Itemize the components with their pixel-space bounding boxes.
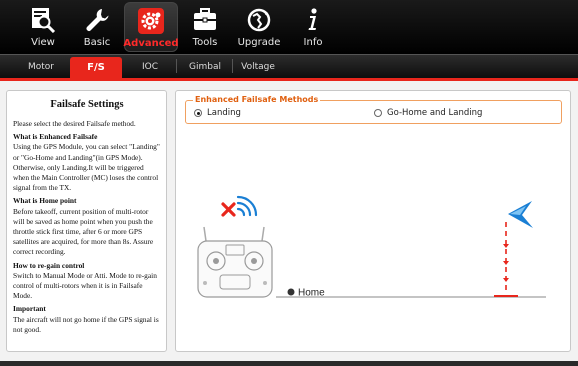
toolbar-tools-label: Tools xyxy=(192,37,218,48)
failsafe-help-panel: Failsafe Settings Please select the desi… xyxy=(6,90,167,352)
intro-text: Please select the desired Failsafe metho… xyxy=(13,119,136,128)
tab-motor[interactable]: Motor xyxy=(16,60,66,79)
home-label: Home xyxy=(298,288,325,299)
toolbar-basic-button[interactable]: Basic xyxy=(70,0,124,54)
toolbar-upgrade-label: Upgrade xyxy=(237,37,281,48)
toolbar-view-button[interactable]: View xyxy=(16,0,70,54)
section-heading: How to re-gain control xyxy=(13,260,85,270)
home-point-marker xyxy=(287,288,295,296)
main-content: Failsafe Settings Please select the desi… xyxy=(0,78,578,361)
globe-refresh-icon xyxy=(244,6,274,34)
info-icon xyxy=(298,6,328,34)
tab-divider xyxy=(232,59,233,73)
toolbar-upgrade-button[interactable]: Upgrade xyxy=(232,0,286,54)
toolbar-advanced-button[interactable]: Advanced xyxy=(123,2,179,52)
main-toolbar: View Basic Advanced Tools Upgrade Info xyxy=(0,0,578,54)
tab-voltage[interactable]: Voltage xyxy=(236,60,280,79)
section-heading: What is Home point xyxy=(13,196,77,206)
tab-fs[interactable]: F/S xyxy=(70,57,122,79)
section-heading: What is Enhanced Failsafe xyxy=(13,132,98,142)
gear-icon xyxy=(136,7,166,35)
tab-divider xyxy=(176,59,177,73)
section-body: Using the GPS Module, you can select "La… xyxy=(13,142,160,193)
section-heading: Important xyxy=(13,304,46,314)
toolbar-advanced-label: Advanced xyxy=(123,38,179,49)
aircraft-icon xyxy=(508,201,533,228)
toolbar-info-label: Info xyxy=(303,37,323,48)
toolbar-basic-label: Basic xyxy=(83,37,111,48)
tab-gimbal[interactable]: Gimbal xyxy=(180,60,230,79)
toolbar-view-label: View xyxy=(31,37,55,48)
magnifier-icon xyxy=(28,6,58,34)
failsafe-illustration: Home xyxy=(197,195,546,299)
signal-lost-cross-icon xyxy=(221,202,236,217)
panel-title: Failsafe Settings xyxy=(50,99,124,110)
remote-controller-icon xyxy=(197,226,273,298)
signal-wave-icon xyxy=(236,195,258,217)
bottom-status-strip xyxy=(0,361,578,366)
section-body: The aircraft will not go home if the GPS… xyxy=(13,314,159,334)
wrench-icon xyxy=(82,6,112,34)
toolbar-tools-button[interactable]: Tools xyxy=(178,0,232,54)
toolbar-info-button[interactable]: Info xyxy=(286,0,340,54)
toolbox-icon xyxy=(190,6,220,34)
tab-ioc[interactable]: IOC xyxy=(128,60,172,79)
failsafe-method-panel: Enhanced Failsafe Methods Landing Go-Hom… xyxy=(175,90,571,352)
subtab-bar: Motor F/S IOC Gimbal Voltage xyxy=(0,54,578,79)
section-body: Before takeoff, current position of mult… xyxy=(13,206,154,257)
section-body: Switch to Manual Mode or Atti. Mode to r… xyxy=(13,270,157,301)
